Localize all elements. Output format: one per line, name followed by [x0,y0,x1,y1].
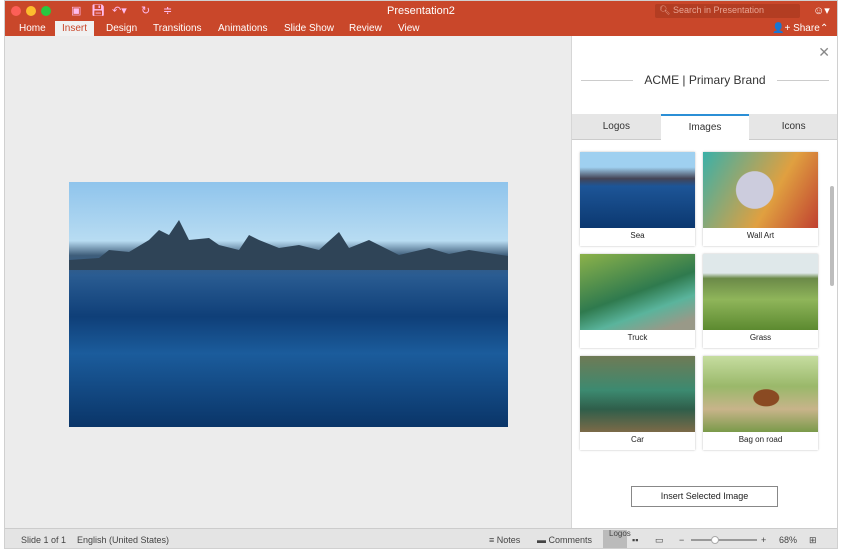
city-skyline [69,220,508,270]
brand-panel: ✕ ACME | Primary Brand Logos Images Icon… [571,36,837,528]
image-card-grass[interactable]: Grass [703,254,818,348]
comments-button[interactable]: ▬ Comments [537,535,592,545]
tab-logos[interactable]: Logos [572,114,661,140]
smiley-feedback-icon[interactable]: ☺▾ [813,4,830,17]
tab-home[interactable]: Home [12,21,53,36]
ribbon-tabs: Home Insert Design Transitions Animation… [5,21,837,36]
zoom-out-button[interactable]: − [679,535,684,545]
tab-slide-show[interactable]: Slide Show [277,21,341,36]
image-label: Bag on road [738,435,783,444]
close-icon[interactable]: ✕ [818,44,830,61]
image-card-truck[interactable]: Truck [580,254,695,348]
image-label: Truck [627,333,648,342]
image-card-bag-on-road[interactable]: Bag on road [703,356,818,450]
zoom-slider[interactable] [691,539,757,541]
tab-icons[interactable]: Icons [749,114,837,140]
slide-count: Slide 1 of 1 [21,535,67,545]
insert-selected-image-button[interactable]: Insert Selected Image [631,486,778,507]
slide-canvas [5,36,571,528]
image-label: Wall Art [746,231,775,240]
image-label: Sea [630,231,645,240]
title-bar: ▣ 💾︎ ↶▾ ↻ ≑ Presentation2 🔍︎ Search in P… [5,1,837,21]
search-input[interactable]: 🔍︎ Search in Presentation [655,4,800,18]
zoom-slider-thumb[interactable] [711,536,719,544]
tab-review[interactable]: Review [342,21,389,36]
comments-label: Comments [548,535,593,545]
tab-insert[interactable]: Insert [55,21,95,36]
image-card-wall-art[interactable]: Wall Art [703,152,818,246]
notes-label: Notes [496,535,521,545]
language[interactable]: English (United States) [77,535,169,545]
notes-button[interactable]: ≡ Notes [489,535,520,545]
tab-design[interactable]: Design [99,21,144,36]
slide-sea-image[interactable] [69,182,508,427]
search-placeholder: Search in Presentation [672,5,764,15]
image-card-car[interactable]: Car [580,356,695,450]
image-label: Grass [749,333,772,342]
tab-animations[interactable]: Animations [211,21,274,36]
status-bar: Slide 1 of 1 English (United States) ≡ N… [5,528,837,548]
presenter-view-icon[interactable]: ▭ [655,535,664,546]
slide-sorter-icon[interactable]: ▪▪ [632,535,638,545]
tab-transitions[interactable]: Transitions [146,21,209,36]
zoom-level[interactable]: 68% [779,535,797,545]
tab-view[interactable]: View [391,21,427,36]
tab-images[interactable]: Images [660,114,750,140]
brand-title: ACME | Primary Brand [644,73,766,87]
overlay-label: Logos [609,529,631,538]
panel-scrollbar[interactable] [830,186,834,286]
fit-to-window-icon[interactable]: ⊞ [809,535,817,546]
image-card-sea[interactable]: Sea [580,152,695,246]
collapse-ribbon-icon[interactable]: ⌃ [813,21,835,36]
zoom-in-button[interactable]: + [761,535,766,545]
image-label: Car [631,435,644,444]
powerpoint-window: ▣ 💾︎ ↶▾ ↻ ≑ Presentation2 🔍︎ Search in P… [4,0,838,549]
